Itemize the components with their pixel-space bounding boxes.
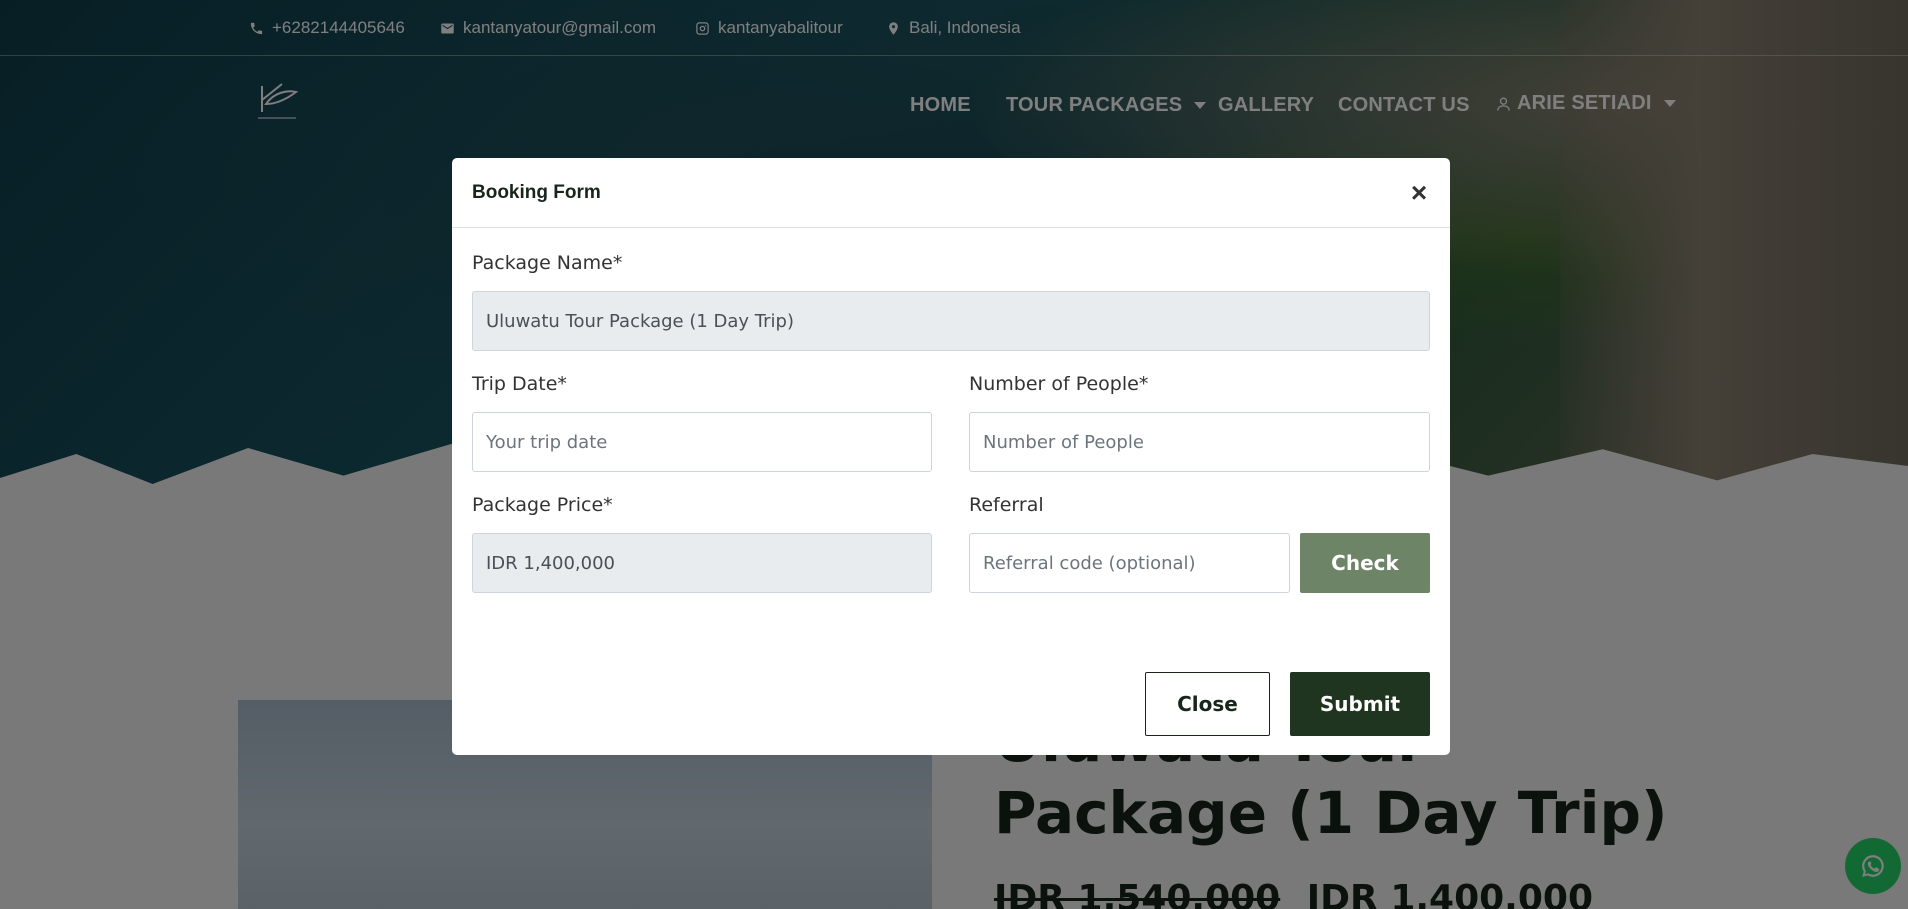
modal-title: Booking Form (472, 182, 601, 203)
close-icon[interactable]: × (1404, 178, 1434, 208)
trip-date-label: Trip Date* (472, 373, 567, 395)
booking-modal: Booking Form × Package Name* Trip Date* … (452, 158, 1450, 755)
package-name-field[interactable] (472, 291, 1430, 351)
submit-button[interactable]: Submit (1290, 672, 1430, 736)
referral-label: Referral (969, 494, 1044, 516)
package-price-field[interactable] (472, 533, 932, 593)
referral-code-input[interactable] (969, 533, 1290, 593)
number-of-people-label: Number of People* (969, 373, 1149, 395)
number-of-people-input[interactable] (969, 412, 1430, 472)
modal-header: Booking Form × (452, 158, 1450, 228)
package-name-label: Package Name* (472, 252, 623, 274)
trip-date-input[interactable] (472, 412, 932, 472)
check-referral-button[interactable]: Check (1300, 533, 1430, 593)
package-price-label: Package Price* (472, 494, 613, 516)
close-button[interactable]: Close (1145, 672, 1270, 736)
